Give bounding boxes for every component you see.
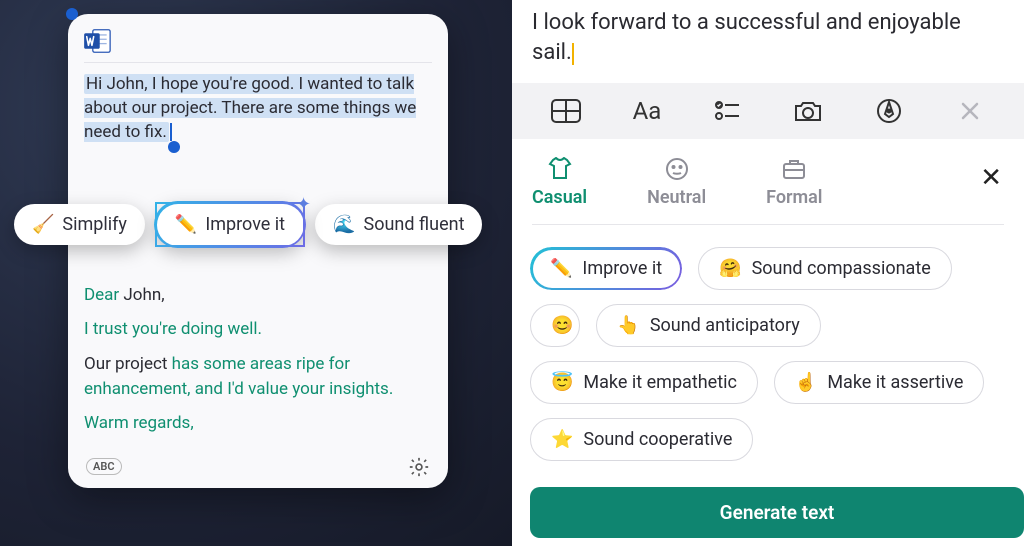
chip-improve-label: Improve it xyxy=(582,258,662,279)
tab-neutral-label: Neutral xyxy=(647,187,706,208)
sound-fluent-label: Sound fluent xyxy=(364,214,465,235)
improve-it-label: Improve it xyxy=(205,214,285,235)
tone-tabs: Casual Neutral Formal ✕ xyxy=(512,139,1024,218)
broom-icon: 🧹 xyxy=(32,214,54,235)
index-up-icon: ☝️ xyxy=(795,372,817,393)
chip-smile-partial[interactable]: 😊 xyxy=(530,304,580,347)
rewrite-line2: I trust you're doing well. xyxy=(84,317,432,342)
chip-make-assertive[interactable]: ☝️ Make it assertive xyxy=(774,361,985,404)
selected-text[interactable]: Hi John, I hope you're good. I wanted to… xyxy=(84,74,416,142)
briefcase-icon xyxy=(781,157,807,181)
word-icon xyxy=(84,28,112,54)
chip-empathetic-label: Make it empathetic xyxy=(583,372,736,393)
text-cursor xyxy=(170,123,172,141)
star-icon: ⭐ xyxy=(551,429,573,450)
pencil-sparkle-icon: ✏️ xyxy=(175,214,197,235)
rewrite-greeting-name: John, xyxy=(123,285,164,305)
rewrite-signoff: Warm regards, xyxy=(84,411,432,436)
simplify-label: Simplify xyxy=(62,214,127,235)
tab-formal[interactable]: Formal xyxy=(766,157,822,208)
pencil-icon: ✏️ xyxy=(550,258,572,279)
sound-fluent-button[interactable]: 🌊 Sound fluent xyxy=(315,204,482,245)
close-toolbar-icon[interactable] xyxy=(954,95,986,127)
point-up-icon: 👆 xyxy=(617,315,639,336)
tab-formal-label: Formal xyxy=(766,187,822,208)
pen-tool-icon[interactable] xyxy=(873,95,905,127)
left-panel: Hi John, I hope you're good. I wanted to… xyxy=(0,0,512,546)
hug-icon: 🤗 xyxy=(719,258,741,279)
abc-button[interactable]: ABC xyxy=(86,458,122,475)
camera-icon[interactable] xyxy=(792,95,824,127)
font-icon[interactable]: Aa xyxy=(631,95,663,127)
sparkle-icon: ✦ xyxy=(296,194,311,215)
tone-chips: ✏️ Improve it 🤗 Sound compassionate 😊 👆 … xyxy=(512,225,1024,461)
editor-card: Hi John, I hope you're good. I wanted to… xyxy=(68,14,448,488)
generate-text-button[interactable]: Generate text xyxy=(530,487,1024,538)
doc-text-value: I look forward to a successful and enjoy… xyxy=(532,10,961,65)
chip-cooperative-label: Sound cooperative xyxy=(583,429,732,450)
rewrite-output: Dear John, I trust you're doing well. Ou… xyxy=(84,283,432,436)
improve-it-button[interactable]: ✏️ Improve it ✦ xyxy=(155,202,305,247)
table-icon[interactable] xyxy=(550,95,582,127)
chip-anticipatory-label: Sound anticipatory xyxy=(650,315,800,336)
neutral-face-icon xyxy=(665,157,689,181)
rewrite-line3-plain: Our project xyxy=(84,354,172,374)
rewrite-greeting-prefix: Dear xyxy=(84,285,123,305)
simplify-button[interactable]: 🧹 Simplify xyxy=(14,204,145,245)
doc-cursor xyxy=(572,43,574,65)
right-panel: I look forward to a successful and enjoy… xyxy=(512,0,1024,546)
checklist-icon[interactable] xyxy=(712,95,744,127)
gear-icon[interactable] xyxy=(408,456,430,478)
chip-sound-compassionate[interactable]: 🤗 Sound compassionate xyxy=(698,247,952,290)
action-pill-row: 🧹 Simplify ✏️ Improve it ✦ 🌊 Sound fluen… xyxy=(14,202,500,247)
selection-handle-end[interactable] xyxy=(168,141,180,153)
chip-make-empathetic[interactable]: 😇 Make it empathetic xyxy=(530,361,758,404)
chip-assertive-label: Make it assertive xyxy=(827,372,963,393)
chip-improve-it[interactable]: ✏️ Improve it xyxy=(530,247,682,290)
tab-casual-label: Casual xyxy=(532,187,587,208)
selection-handle-start[interactable] xyxy=(66,8,78,20)
tab-neutral[interactable]: Neutral xyxy=(647,157,706,208)
wave-icon: 🌊 xyxy=(333,214,355,235)
close-icon[interactable]: ✕ xyxy=(980,165,1002,191)
tab-casual[interactable]: Casual xyxy=(532,157,587,208)
document-text[interactable]: I look forward to a successful and enjoy… xyxy=(512,0,1024,83)
format-toolbar: Aa xyxy=(512,83,1024,139)
chip-sound-cooperative[interactable]: ⭐ Sound cooperative xyxy=(530,418,753,461)
halo-icon: 😇 xyxy=(551,372,573,393)
chip-sound-anticipatory[interactable]: 👆 Sound anticipatory xyxy=(596,304,820,347)
selected-text-block[interactable]: Hi John, I hope you're good. I wanted to… xyxy=(84,73,432,153)
chip-compassionate-label: Sound compassionate xyxy=(752,258,931,279)
smile-icon: 😊 xyxy=(551,315,573,336)
tshirt-icon xyxy=(547,157,573,181)
